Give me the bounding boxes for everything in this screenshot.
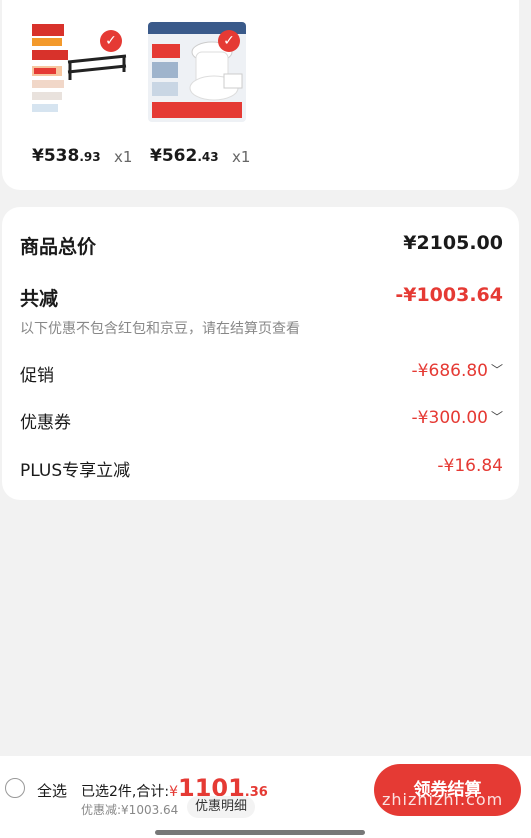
discount-amount-text: 优惠减:¥1003.64 [81,803,179,817]
select-all-radio[interactable] [5,778,25,798]
promotion-value: -¥686.80 [411,361,488,381]
product-1-quantity: x1 [114,148,133,166]
total-price-value: ¥2105.00 [403,232,503,254]
product-2-price: ¥562.43 [150,146,219,166]
discount-note: 以下优惠不包含红包和京豆，请在结算页查看 [20,321,300,337]
product-1-price: ¥538.93 [32,146,101,166]
product-1-check-icon[interactable]: ✓ [100,30,122,52]
discount-detail-button[interactable]: 优惠明细 [187,796,256,818]
coupon-label: 优惠券 [20,413,71,433]
select-all-label[interactable]: 全选 [37,780,67,801]
total-reduction-label: 共减 [20,288,59,310]
product-2-check-icon[interactable]: ✓ [218,30,240,52]
promotion-label: 促销 [20,366,54,386]
product-2-quantity: x1 [232,148,251,166]
selected-count-text: 已选2件,合计: [81,784,170,800]
total-currency: ¥ [169,784,178,800]
chevron-down-icon[interactable]: ﹀ [491,361,503,378]
cart-summary-page: ✓ ¥538.93 x1 ✓ ¥562.43 x1 商品总价 ¥2105.00 … [0,0,531,838]
plus-discount-value: -¥16.84 [437,456,503,476]
home-indicator[interactable] [155,830,365,835]
chevron-down-icon[interactable]: ﹀ [491,408,503,425]
price-summary-card: 商品总价 ¥2105.00 共减 -¥1003.64 以下优惠不包含红包和京豆，… [2,207,519,500]
total-reduction-value: -¥1003.64 [395,284,503,306]
watermark-text: zhizhizhi.com [382,790,504,809]
selected-products-card: ✓ ¥538.93 x1 ✓ ¥562.43 x1 [2,0,519,190]
plus-discount-label: PLUS专享立减 [20,461,131,481]
coupon-value: -¥300.00 [411,408,488,428]
total-price-label: 商品总价 [20,236,97,258]
